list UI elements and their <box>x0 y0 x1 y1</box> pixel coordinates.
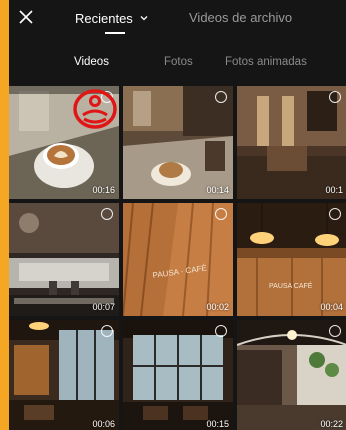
video-duration: 00:04 <box>320 302 343 312</box>
video-duration: 00:16 <box>92 185 115 195</box>
chevron-down-icon <box>140 16 148 21</box>
video-duration: 00:22 <box>320 419 343 429</box>
latte-cup-table-photo <box>123 86 233 199</box>
cafe-hanging-plants-photo <box>237 320 346 430</box>
subtab-videos[interactable]: Videos <box>74 48 109 76</box>
close-icon <box>19 10 33 24</box>
top-bar: Recientes Videos de archivo <box>9 0 346 40</box>
subtab-photos[interactable]: Fotos <box>164 48 193 76</box>
subtab-animated-photos[interactable]: Fotos animadas <box>225 48 307 76</box>
cafe-large-windows-photo <box>123 320 233 430</box>
pausa-cafe-wood-sign-photo: PAUSA · CAFÉ <box>123 203 233 316</box>
select-circle[interactable] <box>329 208 341 220</box>
close-button[interactable] <box>15 6 37 28</box>
video-duration: 00:15 <box>206 419 229 429</box>
video-duration: 00:14 <box>206 185 229 195</box>
video-thumbnail[interactable]: 00:16 <box>9 86 119 199</box>
select-circle[interactable] <box>329 325 341 337</box>
select-circle[interactable] <box>101 208 113 220</box>
select-circle[interactable] <box>101 91 113 103</box>
cafe-interior-photo <box>237 86 346 199</box>
select-circle[interactable] <box>215 325 227 337</box>
tab-recent-label: Recientes <box>75 10 133 26</box>
video-thumbnail[interactable]: PAUSA CAFÉ 00:04 <box>237 203 346 316</box>
video-duration: 00:07 <box>92 302 115 312</box>
tab-recent-underline <box>105 32 125 34</box>
video-duration: 00:02 <box>206 302 229 312</box>
espresso-machine-photo <box>9 203 119 316</box>
media-picker-screen: Recientes Videos de archivo Videos Fotos… <box>9 0 346 430</box>
video-thumbnail[interactable]: 00:14 <box>123 86 233 199</box>
video-thumbnail[interactable]: 00:06 <box>9 320 119 430</box>
video-thumbnail[interactable]: 00:22 <box>237 320 346 430</box>
media-type-tabs: Videos Fotos Fotos animadas <box>9 48 346 76</box>
video-thumbnail[interactable]: 00:07 <box>9 203 119 316</box>
select-circle[interactable] <box>215 208 227 220</box>
video-duration: 00:06 <box>92 419 115 429</box>
tab-archive-videos[interactable]: Videos de archivo <box>189 6 292 30</box>
select-circle[interactable] <box>101 325 113 337</box>
video-thumbnail[interactable]: 00:1 <box>237 86 346 199</box>
video-thumbnail[interactable]: 00:15 <box>123 320 233 430</box>
video-duration: 00:1 <box>325 185 343 195</box>
pendant-lamps-sign-photo: PAUSA CAFÉ <box>237 203 346 316</box>
svg-text:PAUSA CAFÉ: PAUSA CAFÉ <box>269 281 313 290</box>
select-circle[interactable] <box>215 91 227 103</box>
video-thumbnail[interactable]: PAUSA · CAFÉ 00:02 <box>123 203 233 316</box>
latte-art-cup-photo <box>9 86 119 199</box>
video-grid: 00:16 00:14 00:1 00:07 PAUSA · CAFÉ 00:0… <box>9 86 346 430</box>
cafe-window-seating-photo <box>9 320 119 430</box>
select-circle[interactable] <box>329 91 341 103</box>
tab-recent[interactable]: Recientes <box>75 6 149 30</box>
